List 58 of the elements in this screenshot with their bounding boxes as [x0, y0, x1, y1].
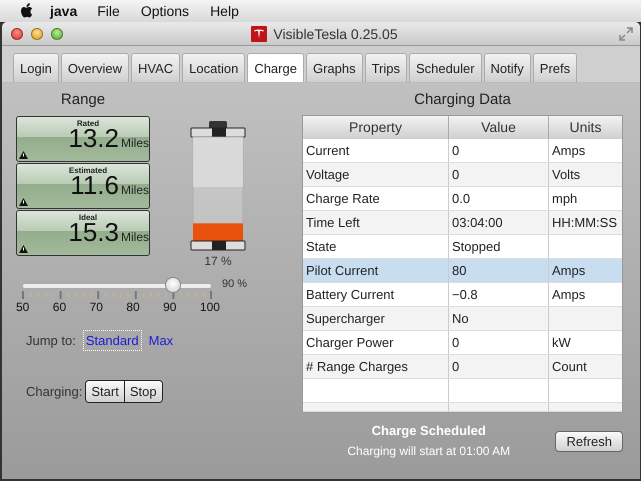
tab[interactable]: Overview	[60, 53, 129, 82]
app-logo-icon	[251, 26, 268, 42]
charging-label: Charging:	[26, 384, 82, 399]
fullscreen-icon[interactable]	[618, 26, 634, 42]
menu-item[interactable]: File	[97, 3, 120, 19]
close-button[interactable]	[11, 28, 23, 40]
section-title: Range	[60, 91, 106, 110]
tab[interactable]: HVAC	[131, 53, 180, 82]
tick-label: 90	[163, 300, 176, 314]
table-row[interactable]: Charge Rate 0.0 mph	[303, 187, 622, 211]
tab[interactable]: Trips	[364, 53, 407, 82]
status-message: Charging will start at 01:00 AM	[347, 444, 510, 458]
zoom-button[interactable]	[51, 28, 63, 40]
battery-percent: 17 %	[204, 254, 232, 268]
jump-label: Jump to:	[26, 333, 76, 348]
table-row[interactable]: Time Left 03:04:00 HH:MM:SS	[303, 211, 622, 235]
table-row[interactable]: State Stopped	[303, 235, 622, 259]
gauge-unit: Miles	[120, 230, 149, 244]
gauge-label: Rated	[76, 119, 100, 128]
tick-label: 60	[52, 300, 66, 314]
section-title: Charging Data	[413, 91, 512, 110]
tab[interactable]: Location	[182, 53, 246, 82]
table-row[interactable]: Voltage 0 Volts	[303, 163, 622, 187]
tab[interactable]: Prefs	[532, 53, 578, 82]
table-row[interactable]: Charger Power 0 kW	[303, 331, 622, 355]
window-title: VisibleTesla 0.25.05	[273, 26, 398, 42]
table-row[interactable]: Supercharger No	[303, 307, 622, 331]
status-title: Charge Scheduled	[372, 423, 486, 438]
tick-label: 80	[126, 300, 140, 314]
tab[interactable]: Graphs	[306, 53, 363, 82]
slider-value: 90 %	[222, 278, 248, 290]
app-menu[interactable]: java	[50, 3, 78, 19]
gauge-label: Estimated	[68, 166, 108, 175]
link[interactable]: Max	[146, 330, 176, 351]
segment-button[interactable]: Start	[86, 381, 124, 402]
slider-thumb[interactable]	[165, 277, 182, 293]
link[interactable]: Standard	[82, 330, 142, 351]
tick-label: 50	[16, 300, 30, 314]
tab[interactable]: Charge	[247, 53, 304, 82]
gauge-unit: Miles	[120, 183, 149, 197]
tab[interactable]: Login	[13, 53, 59, 82]
column-header[interactable]: Units	[549, 116, 622, 139]
tick-label: 70	[90, 300, 103, 314]
segment-button[interactable]: Stop	[124, 381, 162, 402]
table-row[interactable]: Battery Current −0.8 Amps	[303, 283, 622, 307]
refresh-button[interactable]: Refresh	[555, 431, 623, 452]
table-row[interactable]: Current 0 Amps	[303, 139, 622, 163]
tab[interactable]: Notify	[484, 53, 531, 82]
table-row[interactable]: # Range Charges 0 Count	[303, 355, 622, 379]
gauge-label: Ideal	[78, 213, 98, 222]
tab[interactable]: Scheduler	[409, 53, 482, 82]
minimize-button[interactable]	[31, 28, 43, 40]
gauge-unit: Miles	[120, 136, 149, 150]
tick-label: 100	[200, 300, 220, 314]
menu-item[interactable]: Help	[210, 3, 239, 19]
menu-item[interactable]: Options	[140, 3, 190, 19]
table-row[interactable]: Pilot Current 80 Amps	[303, 259, 622, 283]
apple-logo-icon	[20, 3, 34, 19]
